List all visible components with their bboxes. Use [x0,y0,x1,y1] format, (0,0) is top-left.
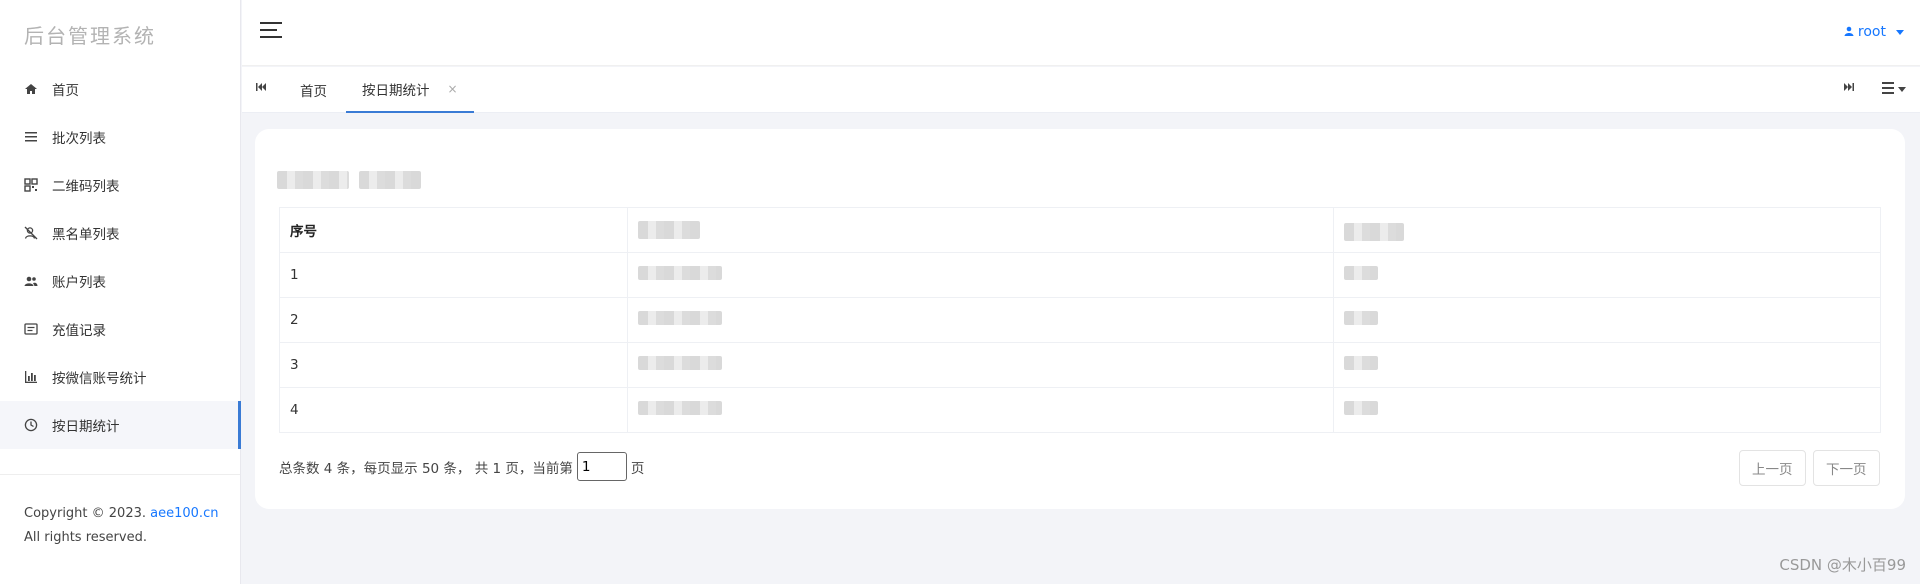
column-header-index: 序号 [279,207,628,253]
menu-toggle-icon[interactable] [260,22,282,40]
current-page-input[interactable] [576,452,627,481]
chevron-down-icon [1896,29,1904,35]
sidebar-item-qrcode-list[interactable]: 二维码列表 [0,161,240,209]
redacted-cell [627,342,1334,388]
sidebar-nav: 首页 批次列表 二维码列表 黑名单列表 账户列表 充值记录 按微信账号统计 按日… [0,65,241,449]
tab-scroll-left-icon[interactable] [256,82,266,95]
app-title: 后台管理系统 [24,24,156,48]
table-row: 4 [279,387,1881,433]
sidebar-item-label: 账户列表 [52,275,106,291]
close-icon[interactable]: × [448,82,458,96]
sidebar-item-account-list[interactable]: 账户列表 [0,257,240,305]
sidebar-item-label: 批次列表 [52,131,106,147]
redacted-text [277,171,349,189]
pagination-suffix: 页 [630,460,645,477]
sidebar-item-label: 充值记录 [52,323,106,339]
redacted-text [359,171,421,189]
sidebar-item-label: 按日期统计 [52,419,120,435]
sidebar-item-wechat-stats[interactable]: 按微信账号统计 [0,353,240,401]
tab-label: 按日期统计 [362,83,430,99]
redacted-cell [627,252,1334,298]
redacted-cell [1333,297,1881,343]
tab-label: 首页 [300,84,327,100]
table-row: 1 [279,252,1881,298]
redacted-cell [627,297,1334,343]
row-index: 1 [279,252,628,298]
sidebar-item-label: 按微信账号统计 [52,371,147,387]
tab-menu-dropdown[interactable] [1882,82,1906,97]
qrcode-icon [24,178,38,192]
stats-table: 序号 1 2 3 4 [279,207,1881,433]
sidebar: 后台管理系统 首页 批次列表 二维码列表 黑名单列表 账户列表 充值记录 按微信… [0,0,241,584]
tab-home[interactable]: 首页 [284,67,343,113]
sidebar-item-recharge-records[interactable]: 充值记录 [0,305,240,353]
sidebar-item-label: 黑名单列表 [52,227,120,243]
column-header-redacted [1333,207,1881,253]
next-page-button[interactable]: 下一页 [1813,450,1880,486]
list-icon [24,130,38,144]
column-header-redacted [627,207,1334,253]
clock-icon [24,418,38,432]
redacted-cell [1333,252,1881,298]
sidebar-item-home[interactable]: 首页 [0,65,240,113]
user-icon [1844,24,1854,40]
receipt-icon [24,322,38,336]
tab-scroll-right-icon[interactable] [1844,82,1854,95]
sidebar-divider [0,474,240,475]
redacted-cell [1333,342,1881,388]
card-title-redacted [277,171,421,189]
tab-bar: 首页 按日期统计 × [242,67,1920,113]
menu-icon [1882,82,1894,97]
pagination-summary: 总条数 4 条，每页显示 50 条， 共 1 页，当前第 [279,460,573,477]
pagination-info: 总条数 4 条，每页显示 50 条， 共 1 页，当前第 页 [279,452,644,481]
table-row: 2 [279,297,1881,343]
sidebar-item-batch-list[interactable]: 批次列表 [0,113,240,161]
user-name: root [1857,24,1886,40]
tab-date-stats[interactable]: 按日期统计 × [346,67,474,113]
copyright: Copyright © 2023. aee100.cn All rights r… [24,502,218,550]
redacted-cell [627,387,1334,433]
chevron-down-icon [1898,87,1906,92]
sidebar-item-blacklist[interactable]: 黑名单列表 [0,209,240,257]
sidebar-item-date-stats[interactable]: 按日期统计 [0,401,241,449]
copyright-text: Copyright © 2023. [24,506,147,521]
rights-text: All rights reserved. [24,530,147,545]
sidebar-item-label: 二维码列表 [52,179,120,195]
table-header-row: 序号 [279,207,1881,253]
table-row: 3 [279,342,1881,388]
user-menu[interactable]: root [1844,24,1904,40]
redacted-cell [1333,387,1881,433]
watermark: CSDN @木小百99 [1779,556,1906,574]
bar-chart-icon [24,370,38,384]
row-index: 2 [279,297,628,343]
stats-card: 序号 1 2 3 4 总条数 4 条，每页显示 50 条， 共 1 页，当前第 … [255,129,1905,509]
sidebar-item-label: 首页 [52,83,79,99]
home-icon [24,82,38,96]
user-block-icon [24,226,38,240]
top-header: root [242,0,1920,66]
copyright-link[interactable]: aee100.cn [150,506,218,521]
users-icon [24,274,38,288]
row-index: 3 [279,342,628,388]
row-index: 4 [279,387,628,433]
prev-page-button[interactable]: 上一页 [1739,450,1806,486]
